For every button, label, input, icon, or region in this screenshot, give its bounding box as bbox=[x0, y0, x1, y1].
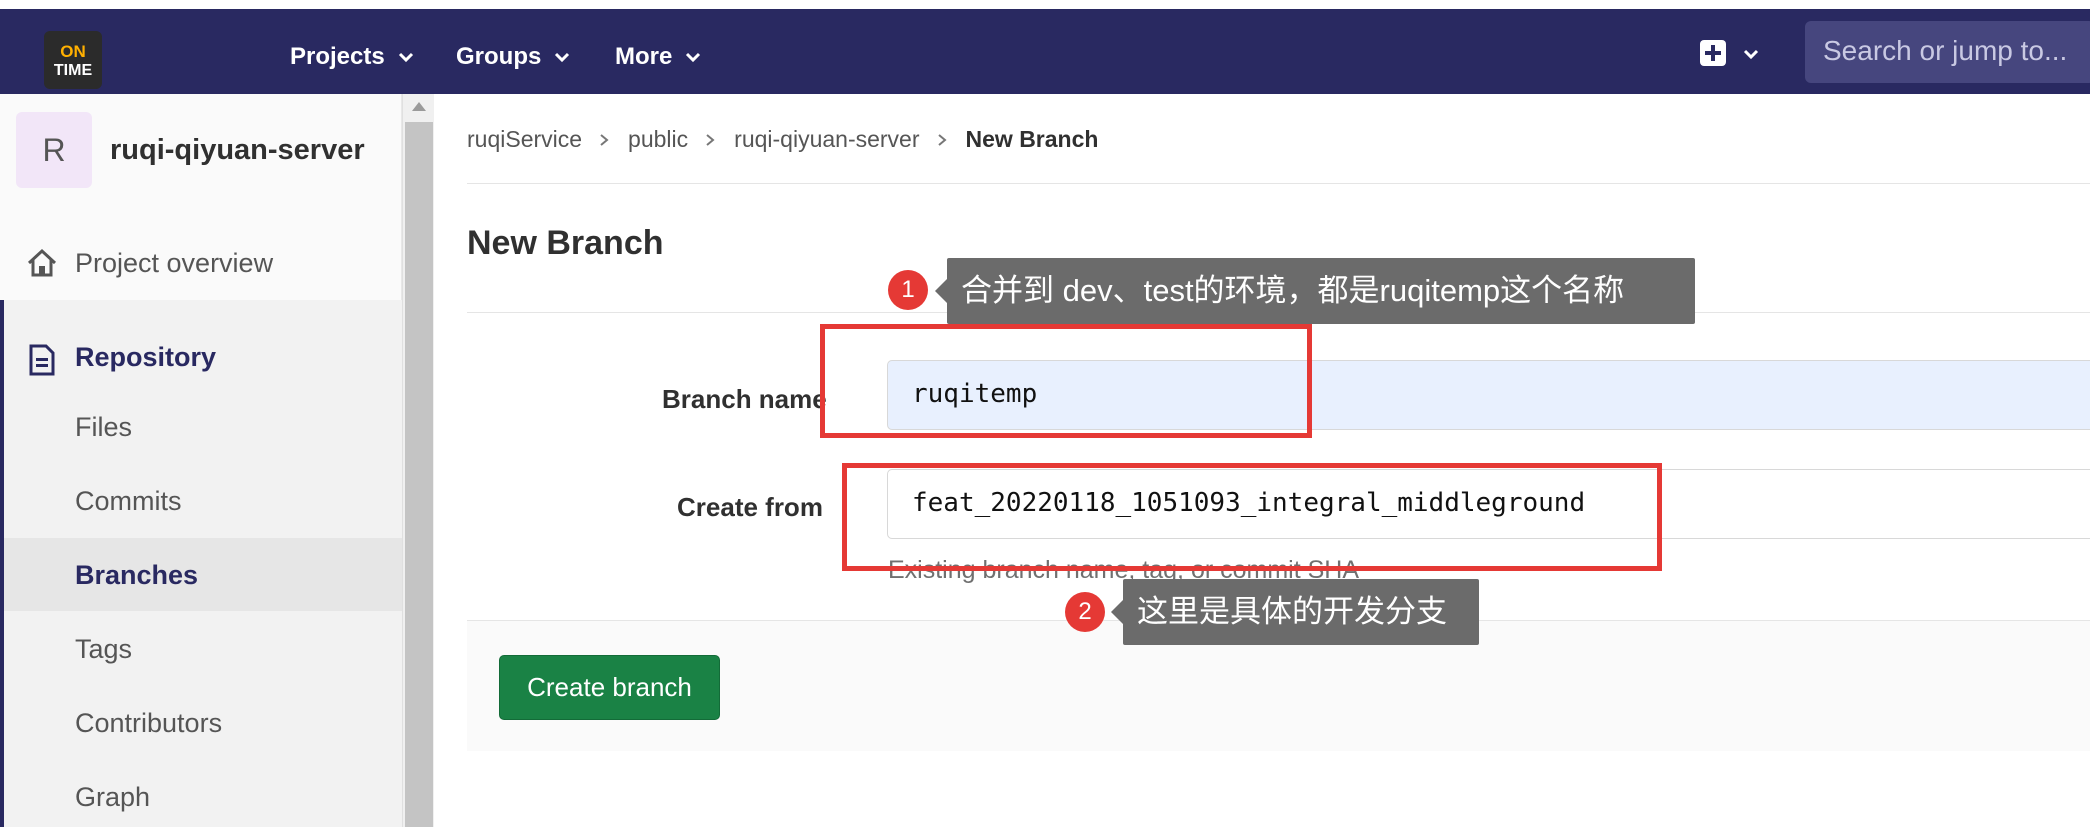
chevron-down-icon bbox=[686, 52, 701, 63]
nav-projects[interactable]: Projects bbox=[290, 43, 415, 71]
sidebar-item-tags[interactable]: Tags bbox=[75, 634, 395, 665]
sidebar-item-graph[interactable]: Graph bbox=[75, 782, 395, 813]
breadcrumb-current[interactable]: New Branch bbox=[966, 126, 1099, 153]
top-navbar: ON TIME Projects Groups More bbox=[0, 9, 2090, 94]
logo-on-text: ON bbox=[60, 42, 86, 61]
sidebar-item-label: Project overview bbox=[75, 248, 274, 278]
chevron-right-icon bbox=[600, 133, 609, 146]
chevron-right-icon bbox=[937, 133, 947, 146]
scroll-up-arrow-icon[interactable] bbox=[412, 102, 426, 111]
annotation-highlight-box bbox=[842, 463, 1662, 571]
annotation-number-badge: 2 bbox=[1065, 592, 1105, 632]
nav-projects-label: Projects bbox=[290, 43, 385, 70]
nav-more[interactable]: More bbox=[615, 43, 702, 71]
scroll-thumb[interactable] bbox=[405, 122, 433, 827]
chevron-down-icon bbox=[398, 52, 413, 63]
chevron-right-icon bbox=[706, 133, 715, 146]
project-avatar[interactable]: R bbox=[16, 112, 92, 188]
annotation-tooltip: 这里是具体的开发分支 bbox=[1111, 579, 1479, 645]
home-icon bbox=[27, 248, 57, 277]
breadcrumb-item[interactable]: ruqiService bbox=[467, 126, 582, 153]
sidebar-item-project-overview[interactable]: Project overview bbox=[0, 226, 402, 302]
new-item-plus-icon[interactable] bbox=[1700, 40, 1726, 66]
nav-groups-label: Groups bbox=[456, 43, 542, 70]
breadcrumb-item[interactable]: ruqi-qiyuan-server bbox=[734, 126, 919, 153]
annotation-number-badge: 1 bbox=[888, 270, 928, 310]
create-from-label: Create from bbox=[677, 492, 823, 522]
sidebar-item-commits[interactable]: Commits bbox=[75, 486, 395, 517]
breadcrumb-item[interactable]: public bbox=[628, 126, 688, 153]
create-branch-button[interactable]: Create branch bbox=[499, 655, 720, 720]
divider bbox=[467, 183, 2090, 184]
project-name[interactable]: ruqi-qiyuan-server bbox=[110, 134, 365, 167]
logo-time-text: TIME bbox=[53, 62, 93, 79]
sidebar-scrollbar[interactable] bbox=[402, 94, 434, 827]
annotation-tooltip: 合并到 dev、test的环境，都是ruqitemp这个名称 bbox=[935, 258, 1695, 324]
page-title: New Branch bbox=[467, 224, 664, 262]
chevron-down-icon[interactable] bbox=[1742, 45, 1760, 63]
breadcrumb: ruqiService public ruqi-qiyuan-server Ne… bbox=[467, 126, 1098, 153]
branch-name-label: Branch name bbox=[662, 384, 827, 414]
sidebar-item-contributors[interactable]: Contributors bbox=[75, 708, 395, 739]
sidebar-item-branches[interactable]: Branches bbox=[75, 560, 395, 591]
sidebar-item-files[interactable]: Files bbox=[75, 412, 395, 443]
top-white-strip bbox=[0, 0, 2090, 9]
sidebar: R ruqi-qiyuan-server Project overview Re… bbox=[0, 94, 402, 827]
nav-more-label: More bbox=[615, 43, 673, 70]
annotation-highlight-box bbox=[820, 324, 1312, 438]
document-icon bbox=[29, 344, 55, 376]
search-input[interactable]: Search or jump to... bbox=[1805, 21, 2090, 83]
logo[interactable]: ON TIME bbox=[44, 31, 102, 89]
nav-groups[interactable]: Groups bbox=[456, 43, 571, 71]
chevron-down-icon bbox=[555, 52, 570, 63]
sidebar-item-repository[interactable]: Repository bbox=[0, 320, 402, 384]
sidebar-item-label: Repository bbox=[75, 342, 217, 372]
